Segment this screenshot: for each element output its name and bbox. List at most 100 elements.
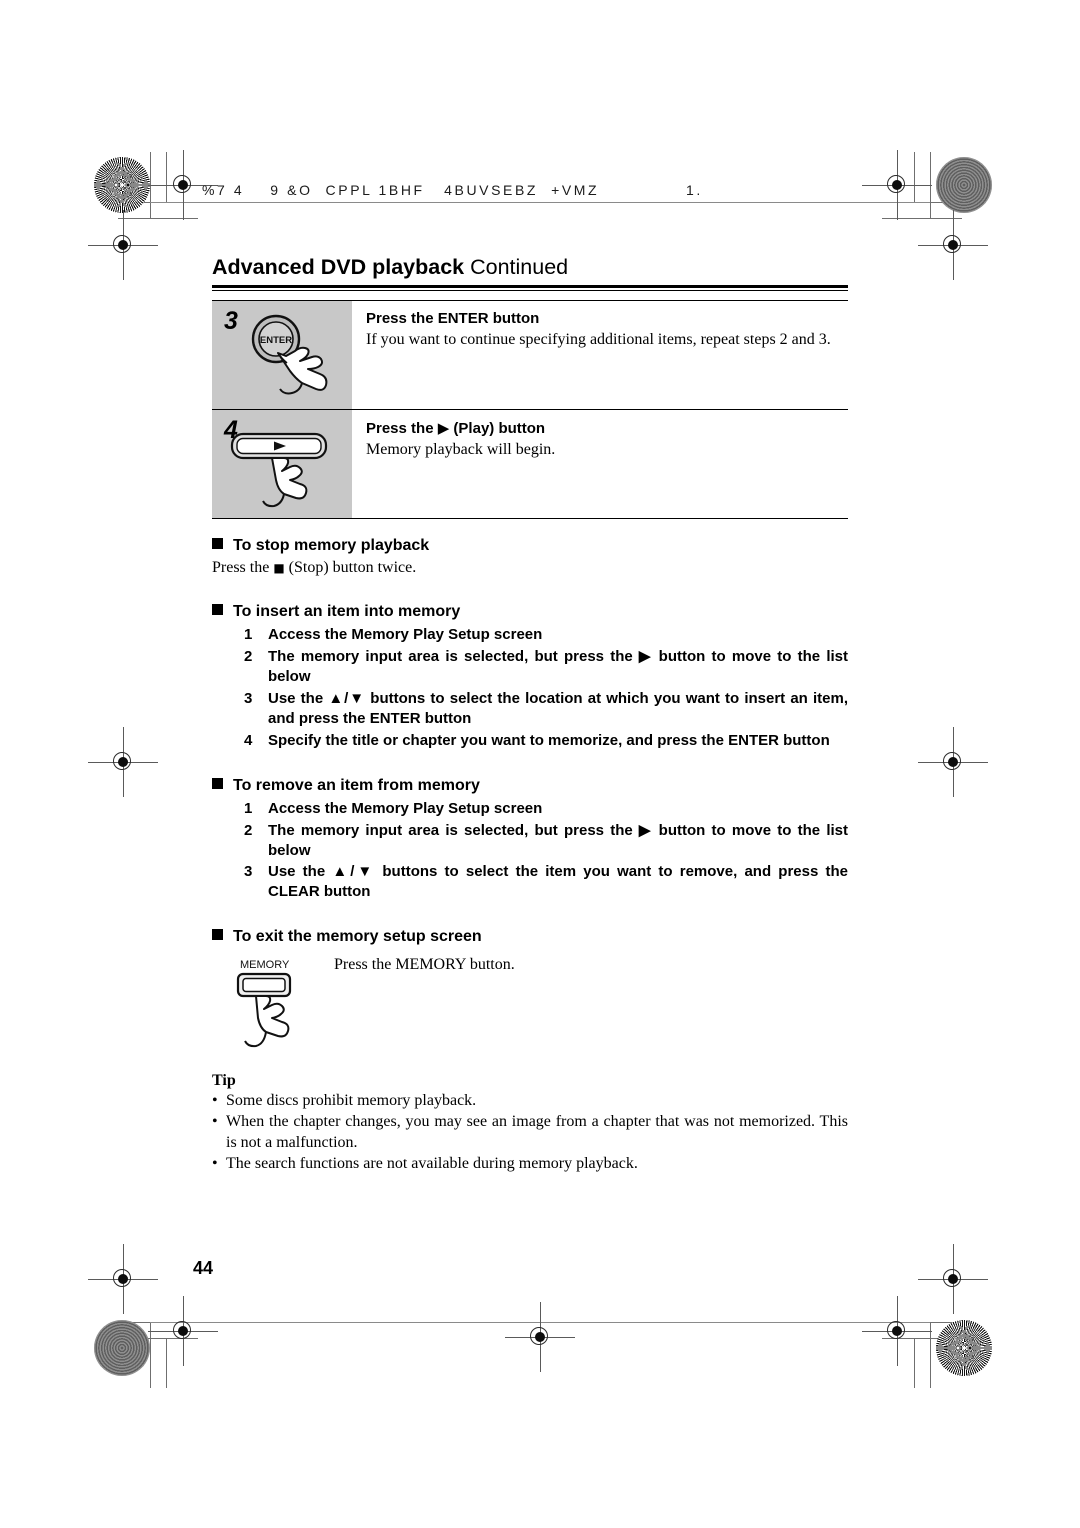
list-item-text: The memory input area is selected, but p… [268,821,848,859]
memory-instruction-text: Press the MEMORY button. [334,956,515,974]
list-item: 2 The memory input area is selected, but… [244,647,848,687]
tip-list-item: • Some discs prohibit memory playback. [212,1091,848,1111]
tip-item-text: When the chapter changes, you may see an… [226,1113,848,1151]
registration-bullseye [918,727,988,797]
list-item-number: 2 [244,647,253,665]
list-item-number: 3 [244,863,253,881]
list-item-text: Access the Memory Play Setup screen [268,626,543,643]
memory-button-icon: MEMORY [234,956,338,1061]
page-title-strong: Advanced DVD playback [212,255,465,279]
scan-header-left: %7 4 9 &O CPPL 1BHF 4BUVSEBZ +VMZ [202,182,600,198]
tip-heading: Tip [212,1072,236,1090]
section-heading-insert-item: To insert an item into memory [212,603,848,621]
starburst-target [94,157,150,213]
crop-mark-line [914,152,915,202]
step-body: Press the ENTER button If you want to co… [352,301,848,409]
step-heading-suffix: (Play) button [449,420,546,437]
registration-bullseye [148,1296,218,1366]
step-row: 3 ENTER Press the ENTER button If you wa… [212,300,848,410]
memory-button-row: MEMORY Press the MEMORY button. [212,950,848,1054]
registration-bullseye [505,1302,575,1372]
bullet-icon: • [212,1154,218,1172]
step-heading-prefix: Press the [366,420,438,437]
moire-target [936,157,992,213]
tip-item-text: Some discs prohibit memory playback. [226,1092,477,1110]
step-number: 3 [224,307,238,335]
section-heading-exit-memory-setup: To exit the memory setup screen [212,928,848,946]
section-heading-label: To insert an item into memory [233,603,461,620]
page-title: Advanced DVD playback Continued [212,255,848,285]
scan-header-right: 1. [686,182,703,198]
title-rule-thick [212,285,848,288]
registration-bullseye [918,210,988,280]
list-item-number: 1 [244,626,253,643]
crop-mark-line [118,218,198,219]
section-heading-stop-memory-playback: To stop memory playback [212,537,848,555]
body-suffix: (Stop) button twice. [284,559,417,576]
square-bullet-icon [212,777,223,789]
stop-glyph: ■ [273,561,285,575]
section-heading-label: To stop memory playback [233,537,430,554]
tip-list-item: • When the chapter changes, you may see … [212,1112,848,1152]
registration-bullseye [862,150,932,220]
list-item-number: 1 [244,799,253,817]
section-heading-label: To exit the memory setup screen [233,928,482,946]
manual-page: %7 4 9 &O CPPL 1BHF 4BUVSEBZ +VMZ 1. Adv… [0,0,1080,1528]
play-glyph: ▶ [437,419,450,437]
page-title-light: Continued [470,255,569,279]
tip-list-item: • The search functions are not available… [212,1154,848,1174]
registration-bullseye [88,727,158,797]
list-item: 4 Specify the title or chapter you want … [244,731,848,751]
svg-text:MEMORY: MEMORY [240,959,290,971]
step-heading: Press the ▶ (Play) button [366,419,848,437]
registration-bullseye [88,1244,158,1314]
crop-mark-line [882,218,962,219]
list-item: 1 Access the Memory Play Setup screen [244,625,848,645]
crop-mark-line [930,1322,931,1388]
registration-bullseye [862,1296,932,1366]
registration-bullseye [918,1244,988,1314]
svg-text:ENTER: ENTER [260,335,292,346]
registration-bullseye [88,210,158,280]
moire-target [94,1320,150,1376]
list-item: 2 The memory input area is selected, but… [244,821,848,861]
list-item-number: 3 [244,689,253,707]
registration-bullseye [148,150,218,220]
list-item: 3 Use the ▲/▼ buttons to select the loca… [244,689,848,729]
section-heading-label: To remove an item from memory [233,776,480,794]
section-heading-remove-item: To remove an item from memory [212,777,848,795]
step-text: If you want to continue specifying addit… [366,331,831,348]
list-item-number: 2 [244,821,253,839]
crop-mark-line [914,1338,915,1388]
list-item: 3 Use the ▲/▼ buttons to select the item… [244,862,848,902]
list-item-text: Specify the title or chapter you want to… [268,731,830,749]
insert-item-steps: 1 Access the Memory Play Setup screen 2 … [244,625,848,751]
tip-item-text: The search functions are not available d… [226,1154,638,1172]
square-bullet-icon [212,538,223,549]
step-body: Press the ▶ (Play) button Memory playbac… [352,410,848,518]
play-button-icon [230,432,346,519]
remove-item-steps: 1 Access the Memory Play Setup screen 2 … [244,799,848,903]
page-content: Advanced DVD playback Continued 3 ENTER [212,255,848,1174]
section-body-stop-memory-playback: Press the ■ (Stop) button twice. [212,559,848,577]
list-item: 1 Access the Memory Play Setup screen [244,799,848,819]
square-bullet-icon [212,929,223,941]
crop-mark-line [150,1322,151,1388]
body-prefix: Press the [212,559,274,576]
list-item-text: Use the ▲/▼ buttons to select the locati… [268,689,848,727]
starburst-target [936,1320,992,1376]
step-row: 4 Press the ▶ (Play) button Memory playb… [212,410,848,519]
bullet-icon: • [212,1113,218,1131]
bullet-icon: • [212,1092,218,1110]
step-illustration-panel: 4 [212,410,352,518]
list-item-text: Access the Memory Play Setup screen [268,799,543,817]
step-illustration-panel: 3 ENTER [212,301,352,409]
crop-mark-line [150,202,930,203]
square-bullet-icon [212,604,223,615]
list-item-text: Use the ▲/▼ buttons to select the item y… [268,863,848,901]
step-text: Memory playback will begin. [366,441,556,458]
step-heading: Press the ENTER button [366,310,540,327]
enter-button-icon: ENTER [242,313,354,410]
list-item-text: The memory input area is selected, but p… [268,647,848,685]
list-item-number: 4 [244,731,253,749]
